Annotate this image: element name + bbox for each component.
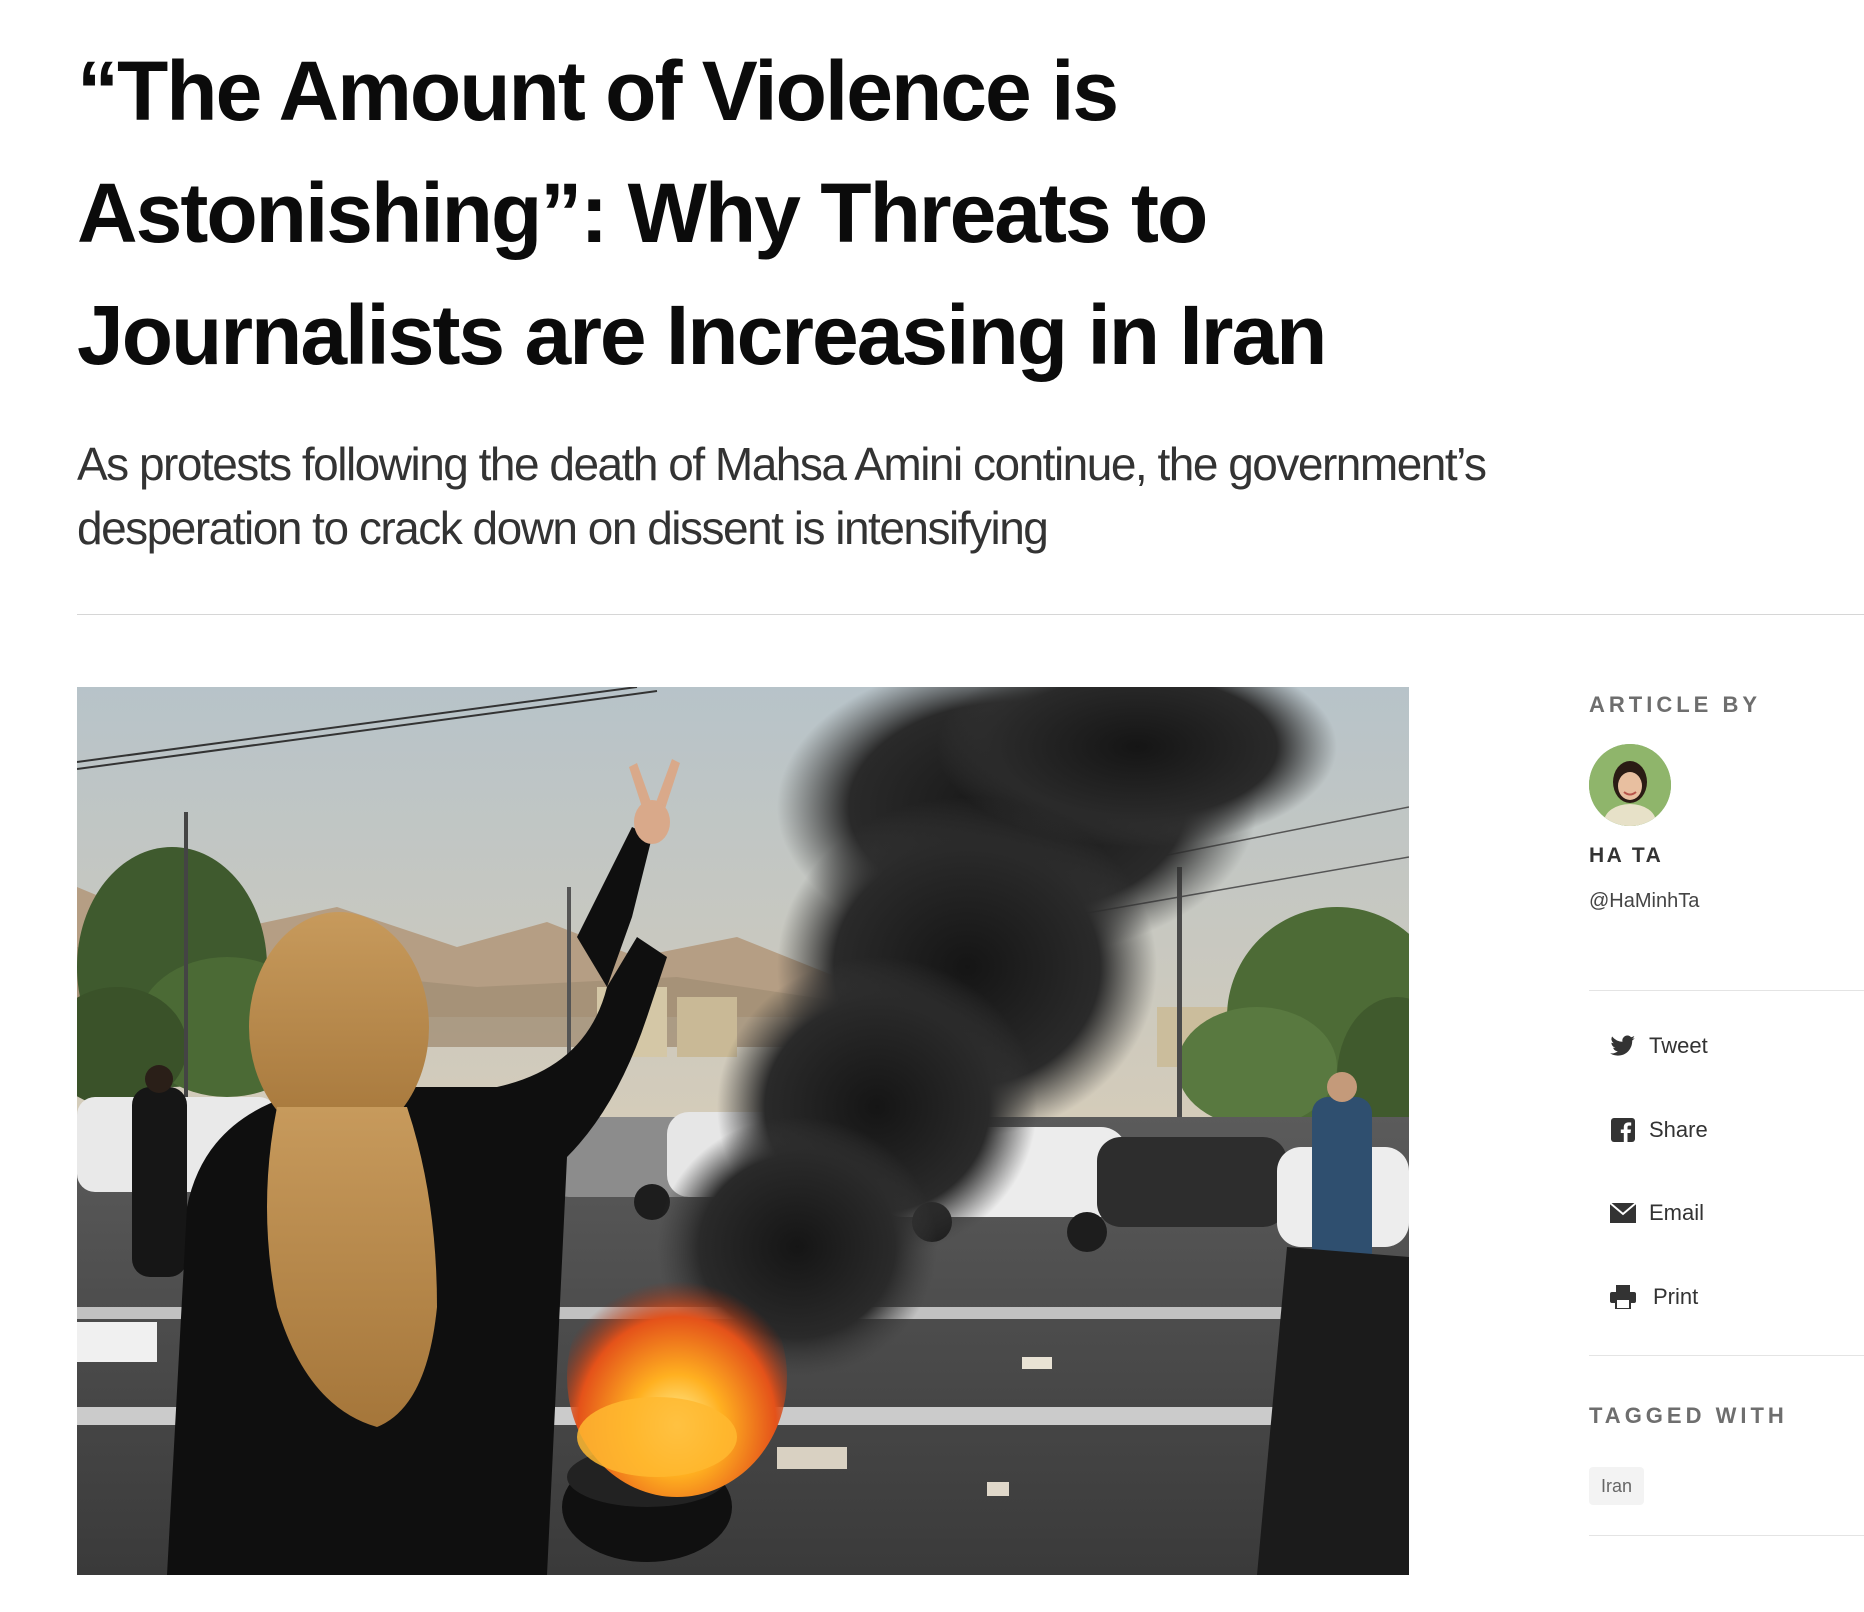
facebook-share-button[interactable]: Share [1609,1110,1708,1150]
email-label: Email [1649,1200,1705,1225]
print-button[interactable]: Print [1609,1277,1698,1317]
hero-image [77,687,1409,1575]
tagged-with-label: TAGGED WITH [1589,1403,1788,1428]
facebook-icon [1609,1116,1637,1144]
tag-iran[interactable]: Iran [1589,1467,1645,1505]
tweet-label: Tweet [1649,1033,1708,1058]
envelope-icon [1609,1199,1637,1227]
article-sidebar: ARTICLE BY HA TA @HaMinhTa Tweet Share E… [1589,0,1864,1612]
article-by-label: ARTICLE BY [1589,692,1761,717]
sidebar-divider [1589,1355,1864,1356]
sidebar-divider [1589,990,1864,991]
author-avatar[interactable] [1589,744,1671,826]
sidebar-divider [1589,1535,1864,1536]
twitter-icon [1609,1032,1637,1060]
author-name[interactable]: HA TA [1589,844,1663,868]
print-label: Print [1653,1284,1699,1309]
tweet-button[interactable]: Tweet [1609,1026,1708,1066]
author-handle[interactable]: @HaMinhTa [1589,890,1699,913]
email-button[interactable]: Email [1609,1193,1704,1233]
article-subheadline: As protests following the death of Mahsa… [77,438,1487,554]
printer-icon [1609,1283,1637,1311]
article-headline: “The Amount of Violence is Astonishing”:… [77,44,1327,382]
share-label: Share [1649,1117,1708,1142]
